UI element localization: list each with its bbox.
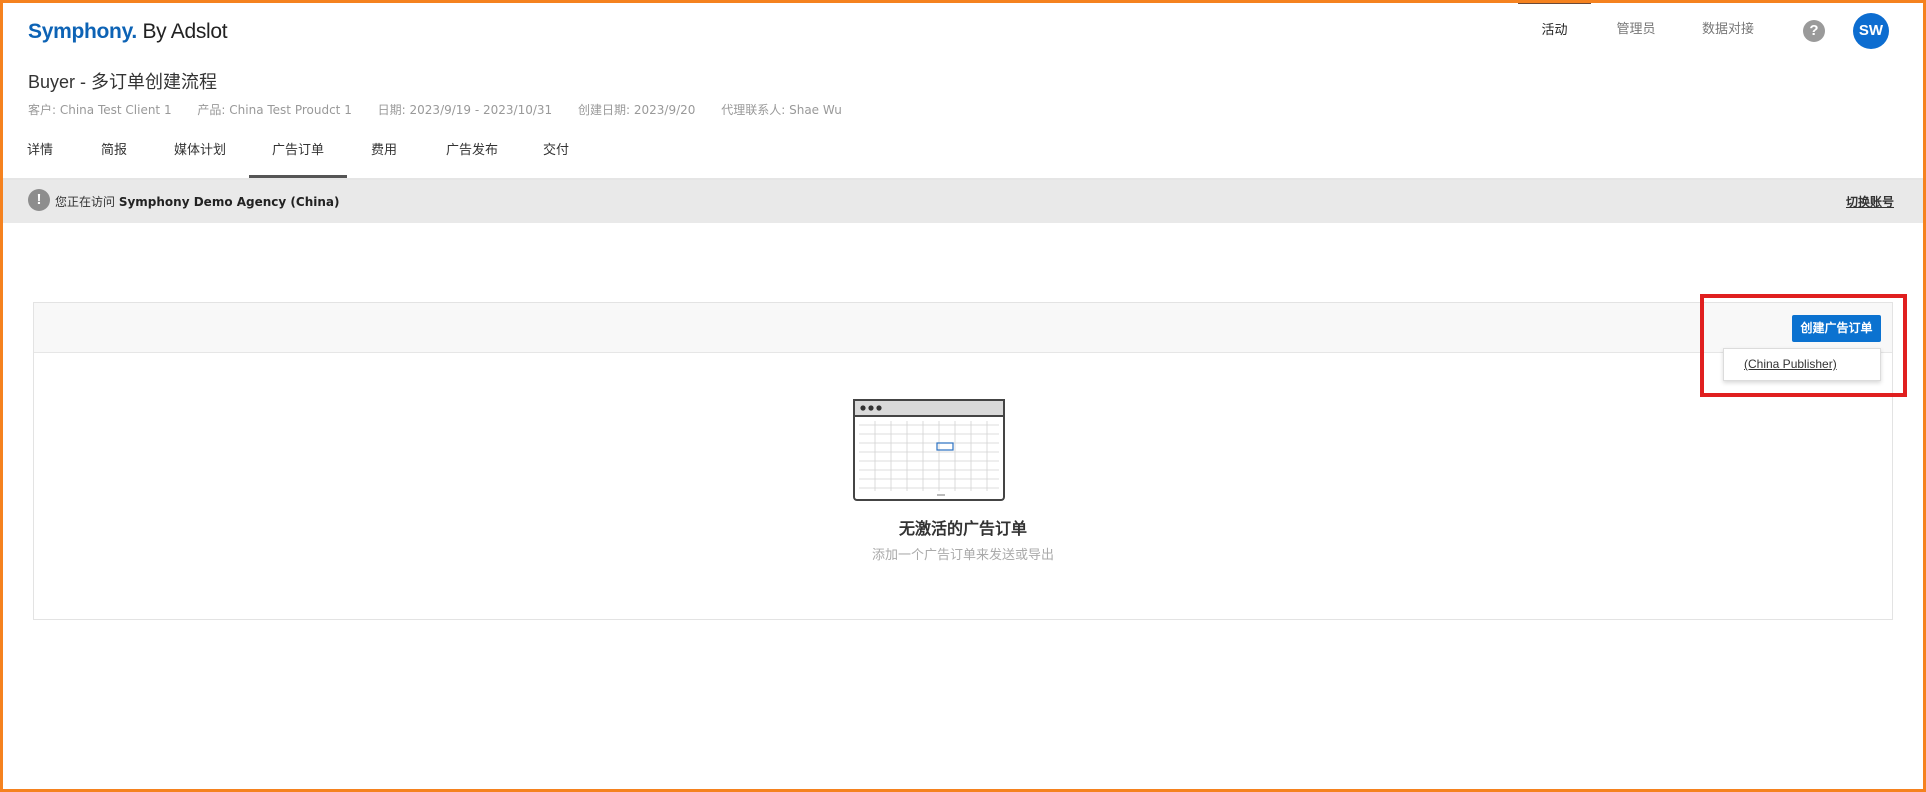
campaign-tabs: 详情 简报 媒体计划 广告订单 费用 广告发布 交付 xyxy=(0,135,1926,180)
help-icon[interactable]: ? xyxy=(1803,20,1825,42)
tab-brief[interactable]: 简报 xyxy=(100,135,128,178)
meta-product: 产品: China Test Proudct 1 xyxy=(197,103,352,117)
banner-message: 您正在访问 Symphony Demo Agency (China) xyxy=(55,193,340,210)
tab-insertion-orders[interactable]: 广告订单 xyxy=(249,135,347,178)
empty-state-title: 无激活的广告订单 xyxy=(898,519,1027,538)
page-title: Buyer - 多订单创建流程 xyxy=(28,72,218,92)
banner-agency: Symphony Demo Agency (China) xyxy=(118,195,340,209)
orders-panel-header xyxy=(34,303,1892,353)
banner-prefix: 您正在访问 xyxy=(55,195,119,209)
topnav-admin[interactable]: 管理员 xyxy=(1600,0,1672,60)
publisher-option[interactable]: (China Publisher) xyxy=(1744,357,1837,371)
logo-brand: Symphony. xyxy=(28,20,137,43)
meta-created: 创建日期: 2023/9/20 xyxy=(578,103,696,117)
tab-details[interactable]: 详情 xyxy=(26,135,54,178)
tab-media-plan[interactable]: 媒体计划 xyxy=(172,135,228,178)
campaign-meta: 客户: China Test Client 1 产品: China Test P… xyxy=(28,101,864,118)
topnav-data-integration[interactable]: 数据对接 xyxy=(1688,0,1768,60)
tab-ad-delivery[interactable]: 广告发布 xyxy=(444,135,500,178)
agency-banner: ! 您正在访问 Symphony Demo Agency (China) 切换账… xyxy=(3,180,1923,223)
switch-account-link[interactable]: 切换账号 xyxy=(1846,193,1894,210)
create-insertion-order-button[interactable]: 创建广告订单 xyxy=(1792,315,1881,342)
meta-contact: 代理联系人: Shae Wu xyxy=(721,103,842,117)
logo-suffix: By Adslot xyxy=(136,20,228,43)
empty-table-illustration-icon xyxy=(853,399,1005,501)
publisher-dropdown: (China Publisher) xyxy=(1723,348,1881,381)
empty-state-subtitle: 添加一个广告订单来发送或导出 xyxy=(871,548,1054,563)
meta-dates: 日期: 2023/9/19 - 2023/10/31 xyxy=(377,103,553,117)
meta-client: 客户: China Test Client 1 xyxy=(28,103,172,117)
tab-costs[interactable]: 费用 xyxy=(370,135,398,178)
topnav-activities[interactable]: 活动 xyxy=(1518,0,1591,60)
alert-icon: ! xyxy=(28,189,50,211)
tab-fulfilment[interactable]: 交付 xyxy=(542,135,570,178)
app-logo[interactable]: Symphony. By Adslot xyxy=(28,20,228,44)
user-avatar[interactable]: SW xyxy=(1853,13,1889,49)
